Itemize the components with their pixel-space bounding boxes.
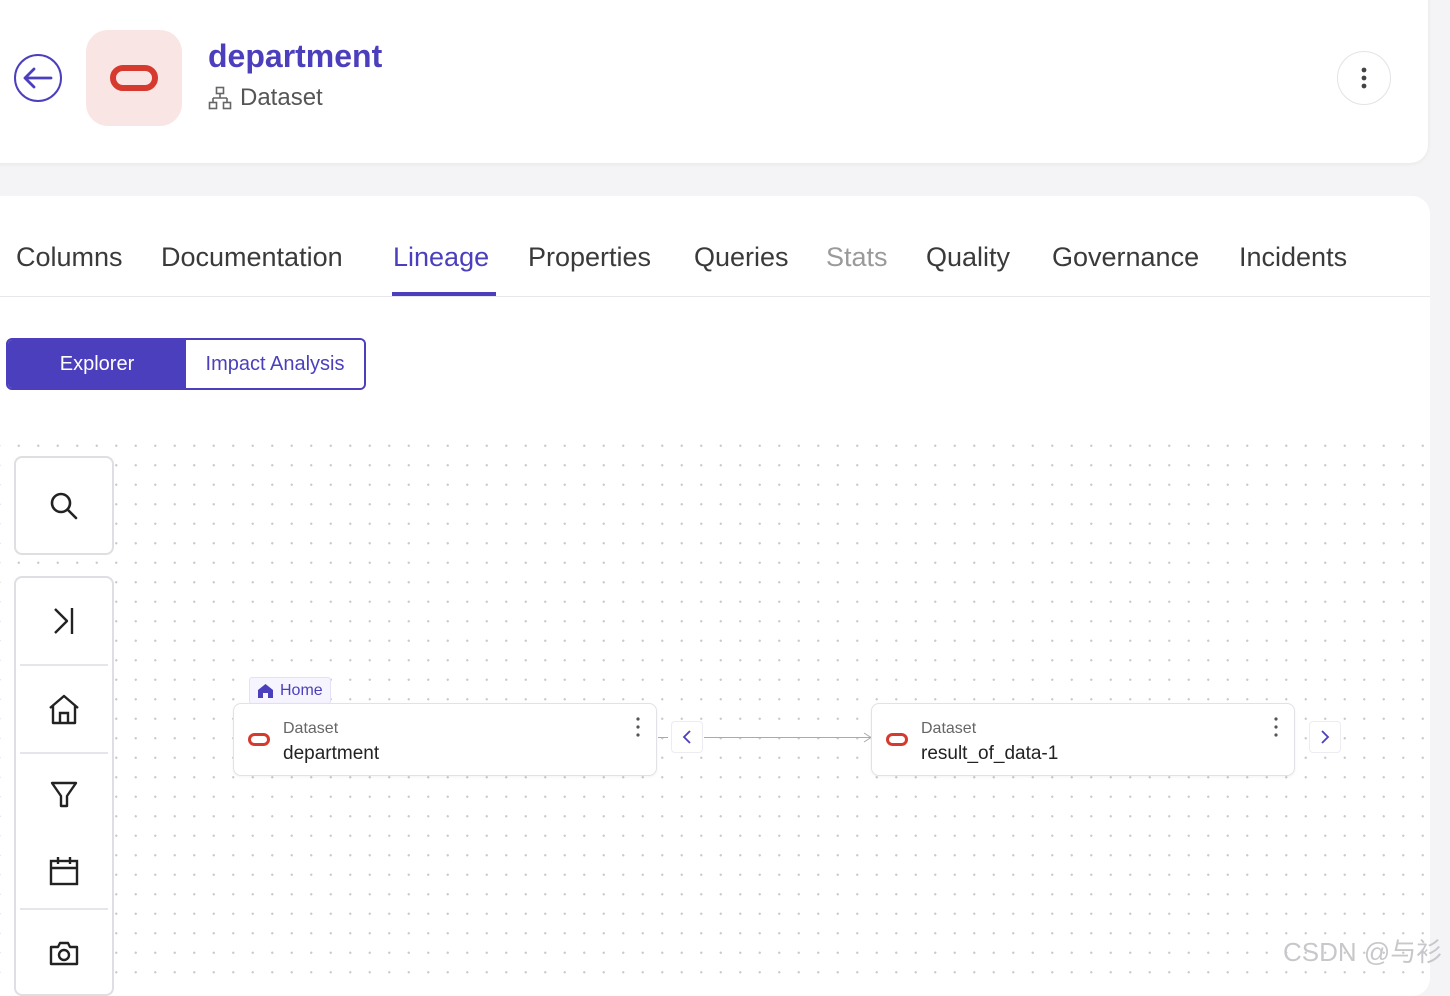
oracle-logo-icon (248, 733, 270, 746)
tab-columns[interactable]: Columns (16, 242, 123, 273)
home-button[interactable] (20, 666, 108, 754)
tab-properties[interactable]: Properties (528, 242, 651, 273)
tab-incidents[interactable]: Incidents (1239, 242, 1347, 273)
screenshot-button[interactable] (16, 910, 112, 996)
vertical-dots-icon (1361, 67, 1367, 89)
impact-analysis-button[interactable]: Impact Analysis (186, 340, 364, 388)
calendar-icon (49, 857, 79, 886)
back-button[interactable] (14, 54, 62, 102)
camera-icon (49, 941, 79, 966)
lineage-node[interactable]: Dataset result_of_data-1 (871, 703, 1295, 776)
tab-lineage[interactable]: Lineage (393, 242, 489, 273)
home-tag-label: Home (280, 681, 323, 699)
date-range-button[interactable] (20, 834, 108, 910)
oracle-logo-icon (886, 733, 908, 746)
expand-all-button[interactable] (20, 578, 108, 666)
search-button[interactable] (16, 458, 112, 553)
tab-stats[interactable]: Stats (826, 242, 888, 273)
platform-logo (86, 30, 182, 126)
tab-quality[interactable]: Quality (926, 242, 1010, 273)
search-tool-group (14, 456, 114, 555)
tab-documentation[interactable]: Documentation (161, 242, 343, 273)
expand-downstream-button[interactable] (1309, 721, 1341, 753)
hierarchy-icon (208, 86, 232, 110)
tab-queries[interactable]: Queries (694, 242, 789, 273)
oracle-logo-icon (110, 65, 158, 91)
entity-type-text: Dataset (240, 84, 323, 111)
collapse-upstream-button[interactable] (671, 721, 703, 753)
search-icon (50, 492, 78, 519)
chevron-right-icon (1321, 730, 1330, 744)
entity-type-label: Dataset (208, 84, 323, 112)
chevron-left-icon (682, 730, 691, 744)
expand-to-end-icon (54, 608, 74, 634)
node-name: result_of_data-1 (921, 743, 1059, 764)
node-menu-icon[interactable] (1274, 716, 1278, 738)
view-mode-toggle: Explorer Impact Analysis (6, 338, 366, 390)
active-tab-indicator (392, 292, 496, 296)
node-menu-icon[interactable] (636, 716, 640, 738)
node-type: Dataset (921, 720, 977, 737)
lineage-node[interactable]: Dataset department (233, 703, 657, 776)
explorer-button[interactable]: Explorer (8, 340, 186, 388)
entity-header (0, 0, 1428, 163)
node-name: department (283, 743, 380, 764)
home-icon (49, 694, 79, 725)
canvas-toolbar (14, 576, 114, 996)
node-type: Dataset (283, 720, 339, 737)
filter-icon (50, 781, 78, 808)
tab-governance[interactable]: Governance (1052, 242, 1199, 273)
home-node-tag: Home (249, 677, 331, 704)
home-filled-icon (258, 683, 273, 698)
more-options-button[interactable] (1337, 51, 1391, 105)
page-title: department (208, 38, 383, 74)
tab-bar: Columns Documentation Lineage Properties… (0, 228, 1430, 297)
filter-button[interactable] (16, 754, 112, 834)
watermark: CSDN @与衫 (1283, 937, 1443, 967)
arrow-left-icon (23, 67, 53, 89)
